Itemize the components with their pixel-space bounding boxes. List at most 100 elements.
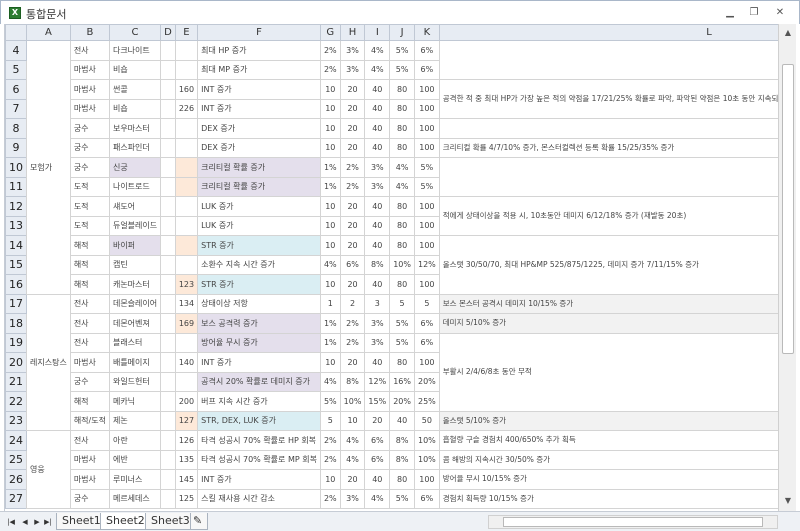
cell-value-i[interactable]: 4%: [364, 40, 391, 61]
cell-effect[interactable]: STR, DEX, LUK 증가: [197, 410, 321, 431]
row-header[interactable]: 7: [5, 98, 27, 119]
cell-note[interactable]: 데미지 5/10% 증가: [438, 313, 778, 334]
cell-job-name[interactable]: 데몬어벤져: [108, 313, 162, 334]
cell-value-h[interactable]: 6%: [339, 254, 366, 275]
cell-job-name[interactable]: 비숍: [108, 59, 162, 80]
cell-value-h[interactable]: 4%: [339, 430, 366, 451]
cell-value-g[interactable]: 2%: [319, 59, 341, 80]
cell-value-g[interactable]: 10: [319, 196, 341, 217]
cell-class-type[interactable]: 마법사: [69, 79, 110, 100]
cell-value-k[interactable]: 6%: [413, 332, 440, 353]
cell-job-name[interactable]: 제논: [108, 410, 162, 431]
column-header-a[interactable]: A: [26, 24, 71, 41]
cell-value-j[interactable]: 80: [389, 352, 415, 373]
cell-value-h[interactable]: 20: [339, 196, 366, 217]
cell-value-k[interactable]: 50: [413, 410, 440, 431]
cell-class-type[interactable]: 마법사: [69, 449, 110, 470]
cell-value-j[interactable]: 80: [389, 118, 415, 139]
cell-effect[interactable]: INT 증가: [197, 469, 321, 490]
cell-value-k[interactable]: 100: [413, 235, 440, 256]
cell-level[interactable]: 123: [174, 274, 199, 295]
cell-effect[interactable]: 공격시 20% 확률로 데미지 증가: [197, 371, 321, 392]
cell-job-name[interactable]: 썬콜: [108, 79, 162, 100]
cell-class-type[interactable]: 전사: [69, 313, 110, 334]
cell-class-type[interactable]: 도적: [69, 196, 110, 217]
cell-value-h[interactable]: 20: [339, 469, 366, 490]
column-header-h[interactable]: H: [339, 24, 366, 41]
cell-value-h[interactable]: 8%: [339, 371, 366, 392]
cell-value-i[interactable]: 40: [364, 469, 391, 490]
row-header[interactable]: 4: [5, 40, 27, 61]
cell-value-g[interactable]: 10: [319, 79, 341, 100]
cell-level[interactable]: [174, 176, 199, 197]
horizontal-scroll-thumb[interactable]: [503, 517, 763, 527]
cell-value-k[interactable]: 6%: [413, 59, 440, 80]
cell-redacted[interactable]: [160, 215, 176, 236]
row-header[interactable]: 27: [5, 488, 27, 509]
cell-class-type[interactable]: 해적/도적: [69, 410, 110, 431]
row-header[interactable]: 15: [5, 254, 27, 275]
cell-job-name[interactable]: 메카닉: [108, 391, 162, 412]
cell-effect[interactable]: 타격 성공시 70% 확률로 MP 회복: [197, 449, 321, 470]
column-header-c[interactable]: C: [108, 24, 162, 41]
cell-level[interactable]: 134: [174, 293, 199, 314]
cell-note[interactable]: 크리티컬 확률 4/7/10% 증가, 몬스터컬렉션 등록 확률 15/25/3…: [438, 137, 778, 158]
cell-value-k[interactable]: 25%: [413, 391, 440, 412]
cell-job-name[interactable]: 신궁: [108, 157, 162, 178]
cell-effect[interactable]: 최대 HP 증가: [197, 40, 321, 61]
vertical-scrollbar[interactable]: ▲ ▼: [778, 24, 796, 511]
cell-redacted[interactable]: [160, 118, 176, 139]
cell-redacted[interactable]: [160, 293, 176, 314]
cell-value-j[interactable]: 80: [389, 98, 415, 119]
cell-class-type[interactable]: 도적: [69, 215, 110, 236]
cell-value-h[interactable]: 3%: [339, 59, 366, 80]
scroll-up-icon[interactable]: ▲: [781, 26, 795, 40]
cell-effect[interactable]: DEX 증가: [197, 137, 321, 158]
cell-job-name[interactable]: 블래스터: [108, 332, 162, 353]
cell-value-h[interactable]: 2%: [339, 176, 366, 197]
cell-value-i[interactable]: 40: [364, 352, 391, 373]
cell-class-type[interactable]: 궁수: [69, 371, 110, 392]
cell-value-k[interactable]: 6%: [413, 40, 440, 61]
cell-value-i[interactable]: 3%: [364, 332, 391, 353]
cell-class-type[interactable]: 전사: [69, 430, 110, 451]
next-sheet-icon[interactable]: ▶: [32, 516, 42, 528]
cell-class-type[interactable]: 해적: [69, 254, 110, 275]
cell-class-type[interactable]: 궁수: [69, 488, 110, 509]
cell-value-h[interactable]: 20: [339, 98, 366, 119]
cell-level[interactable]: 160: [174, 79, 199, 100]
cell-job-name[interactable]: 루미너스: [108, 469, 162, 490]
cell-class-type[interactable]: 해적: [69, 235, 110, 256]
cell-value-k[interactable]: 100: [413, 118, 440, 139]
cell-level[interactable]: 200: [174, 391, 199, 412]
cell-value-j[interactable]: 5%: [389, 488, 415, 509]
cell-level[interactable]: 135: [174, 449, 199, 470]
cell-job-name[interactable]: 에반: [108, 449, 162, 470]
cell-level[interactable]: 226: [174, 98, 199, 119]
cell-job-name[interactable]: 배틀메이지: [108, 352, 162, 373]
cell-value-i[interactable]: 3%: [364, 313, 391, 334]
vertical-scroll-thumb[interactable]: [782, 64, 794, 354]
cell-effect[interactable]: STR 증가: [197, 274, 321, 295]
cell-value-g[interactable]: 2%: [319, 488, 341, 509]
cell-value-h[interactable]: 4%: [339, 449, 366, 470]
cell-level[interactable]: [174, 137, 199, 158]
cell-value-i[interactable]: 6%: [364, 449, 391, 470]
cell-value-g[interactable]: 1%: [319, 332, 341, 353]
cell-level[interactable]: [174, 254, 199, 275]
cell-note[interactable]: 방어율 무시 10/15% 증가: [438, 469, 778, 490]
cell-value-h[interactable]: 20: [339, 215, 366, 236]
tab-sheet2[interactable]: Sheet2: [100, 513, 151, 530]
cell-value-h[interactable]: 20: [339, 235, 366, 256]
row-header[interactable]: 12: [5, 196, 27, 217]
cell-redacted[interactable]: [160, 176, 176, 197]
cell-level[interactable]: 127: [174, 410, 199, 431]
cell-value-i[interactable]: 40: [364, 196, 391, 217]
cell-note[interactable]: 흡혈량 구슬 경험치 400/650% 추가 획득: [438, 430, 778, 451]
cell-value-g[interactable]: 2%: [319, 40, 341, 61]
cell-note[interactable]: [438, 40, 778, 80]
cell-redacted[interactable]: [160, 196, 176, 217]
cell-level[interactable]: 140: [174, 352, 199, 373]
column-header-d[interactable]: D: [160, 24, 176, 41]
cell-note[interactable]: 올스탯 30/50/70, 최대 HP&MP 525/875/1225, 데미지…: [438, 235, 778, 295]
